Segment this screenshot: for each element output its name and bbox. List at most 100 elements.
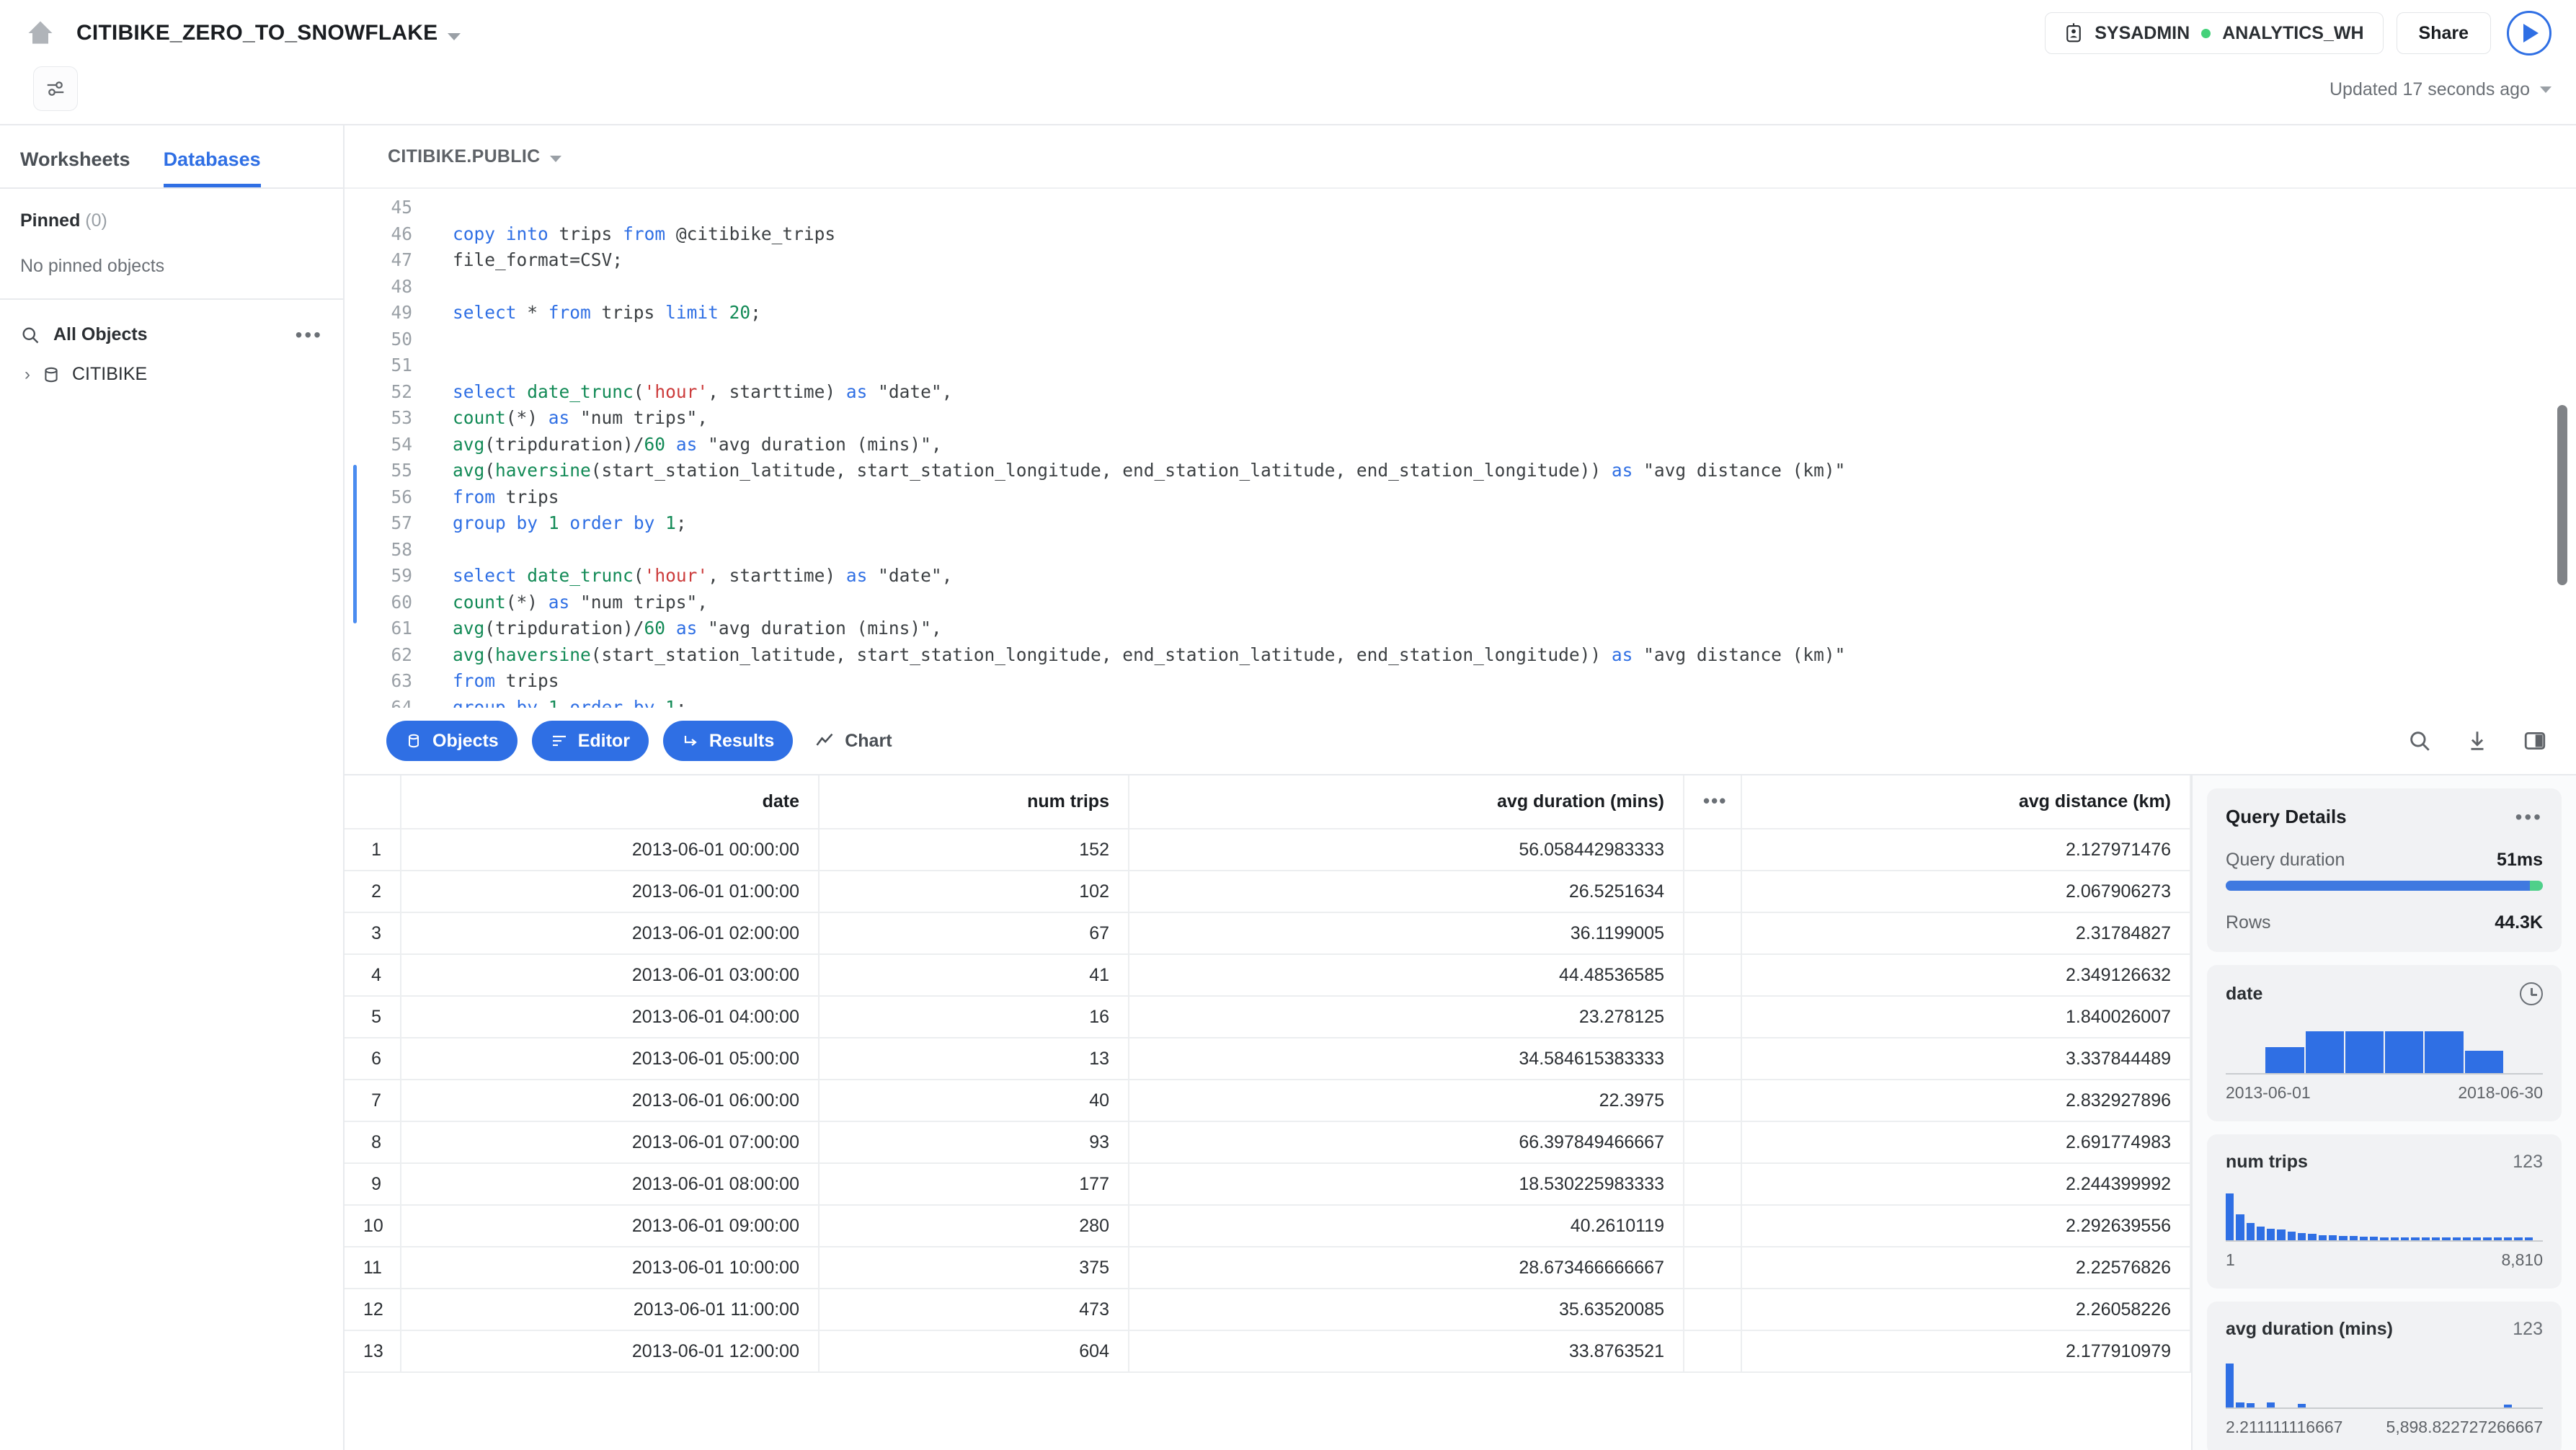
all-objects-row[interactable]: All Objects ••• [0,300,343,345]
column-menu-icon[interactable]: ••• [1684,775,1741,829]
code-token: as [846,381,868,402]
code-token: trips [548,223,623,244]
code-line[interactable]: avg(tripduration)/60 as "avg duration (m… [453,615,2576,642]
stat-card-header: avg duration (mins)123 [2226,1319,2543,1340]
table-row[interactable]: 92013-06-01 08:00:0017718.5302259833332.… [345,1163,2190,1205]
code-line[interactable]: from trips [453,668,2576,695]
worksheet-title-menu[interactable]: CITIBIKE_ZERO_TO_SNOWFLAKE [76,21,461,45]
code-line[interactable]: select * from trips limit 20; [453,300,2576,326]
code-line[interactable]: select date_trunc('hour', starttime) as … [453,379,2576,406]
split-panel-icon[interactable] [2523,729,2547,753]
table-row[interactable]: 52013-06-01 04:00:001623.2781251.8400260… [345,996,2190,1038]
chevron-right-icon[interactable]: › [25,365,30,385]
run-query-button[interactable] [2507,11,2551,55]
sql-editor-content[interactable]: 4546474849505152535455565758596061626364… [345,189,2576,708]
code-line[interactable] [453,195,2576,221]
column-header-avg-distance[interactable]: avg distance (km) [1741,775,2190,829]
cell-spacer [1684,829,1741,871]
cell-date: 2013-06-01 04:00:00 [401,996,819,1038]
code-line[interactable]: select date_trunc('hour', starttime) as … [453,563,2576,590]
code-line[interactable]: avg(haversine(start_station_latitude, st… [453,458,2576,484]
code-line[interactable]: copy into trips from @citibike_trips [453,221,2576,248]
all-objects-more-icon[interactable]: ••• [296,332,323,339]
cell-spacer [1684,1080,1741,1121]
query-details-more-icon[interactable]: ••• [2515,814,2543,821]
code-token: ; [750,302,761,323]
code-line[interactable]: file_format=CSV; [453,247,2576,274]
row-number-cell: 11 [345,1247,401,1289]
column-header-avg-duration[interactable]: avg duration (mins) [1129,775,1684,829]
pinned-count: (0) [85,210,107,231]
code-token: count [453,407,506,428]
cell-avg-distance: 2.177910979 [1741,1330,2190,1372]
table-row[interactable]: 122013-06-01 11:00:0047335.635200852.260… [345,1289,2190,1330]
cell-avg-duration: 28.673466666667 [1129,1247,1684,1289]
code-line[interactable]: count(*) as "num trips", [453,405,2576,432]
role-warehouse-selector[interactable]: SYSADMIN ANALYTICS_WH [2045,12,2383,54]
editor-vertical-scrollbar[interactable] [2557,405,2567,585]
home-icon[interactable] [22,14,59,52]
cell-num-trips: 41 [819,954,1129,996]
code-line[interactable]: avg(haversine(start_station_latitude, st… [453,642,2576,669]
table-row[interactable]: 112013-06-01 10:00:0037528.6734666666672… [345,1247,2190,1289]
query-details-title: Query Details [2226,806,2515,828]
code-line[interactable] [453,352,2576,379]
table-row[interactable]: 42013-06-01 03:00:004144.485365852.34912… [345,954,2190,996]
column-header-date[interactable]: date [401,775,819,829]
code-line[interactable]: count(*) as "num trips", [453,590,2576,616]
pinned-title: Pinned [20,210,80,231]
table-row[interactable]: 62013-06-01 05:00:001334.5846153833333.3… [345,1038,2190,1080]
query-rows-row: Rows 44.3K [2226,912,2543,933]
sql-editor[interactable]: 4546474849505152535455565758596061626364… [345,189,2576,708]
code-token: 60 [644,618,666,639]
code-line[interactable]: from trips [453,484,2576,511]
cell-avg-distance: 2.067906273 [1741,871,2190,912]
sidebar-item-citibike[interactable]: › CITIBIKE [0,345,343,385]
code-line[interactable] [453,274,2576,301]
results-toolbar-icons [2407,729,2547,753]
code-line[interactable] [453,537,2576,564]
search-icon[interactable] [2407,729,2432,753]
cell-spacer [1684,1247,1741,1289]
cell-spacer [1684,954,1741,996]
objects-button[interactable]: Objects [386,721,518,761]
sidebar-tab-databases[interactable]: Databases [164,148,261,187]
row-number-cell: 10 [345,1205,401,1247]
code-line[interactable] [453,326,2576,353]
code-line[interactable]: group by 1 order by 1; [453,510,2576,537]
chart-tab[interactable]: Chart [814,731,892,752]
code-token: * [517,302,548,323]
column-header-num-trips[interactable]: num trips [819,775,1129,829]
settings-sliders-icon[interactable] [33,66,78,111]
table-row[interactable]: 32013-06-01 02:00:006736.11990052.317848… [345,912,2190,954]
code-token: (tripduration)/ [484,434,644,455]
code-token: limit [665,302,719,323]
histogram-bar [2514,1237,2522,1240]
code-line[interactable]: avg(tripduration)/60 as "avg duration (m… [453,432,2576,458]
code-token: from [453,670,495,691]
context-selector[interactable]: CITIBIKE.PUBLIC [388,146,561,167]
updated-status-menu[interactable]: Updated 17 seconds ago [2329,66,2551,100]
sidebar-tab-worksheets[interactable]: Worksheets [20,148,130,187]
results-grid-wrapper[interactable]: date num trips avg duration (mins) ••• a… [345,774,2191,1450]
sql-code[interactable]: copy into trips from @citibike_tripsfile… [431,195,2576,708]
table-row[interactable]: 12013-06-01 00:00:0015256.0584429833332.… [345,829,2190,871]
code-line[interactable]: group by 1 order by 1; [453,695,2576,708]
table-row[interactable]: 22013-06-01 01:00:0010226.52516342.06790… [345,871,2190,912]
share-button[interactable]: Share [2397,12,2491,54]
code-token: 1 [548,512,559,533]
code-token: by [634,697,655,708]
table-row[interactable]: 102013-06-01 09:00:0028040.26101192.2926… [345,1205,2190,1247]
editor-button[interactable]: Editor [532,721,649,761]
stat-max-label: 2018-06-30 [2458,1083,2543,1103]
table-row[interactable]: 132013-06-01 12:00:0060433.87635212.1779… [345,1330,2190,1372]
warehouse-status-dot [2201,29,2211,38]
results-button[interactable]: Results [663,721,793,761]
code-token: select [453,302,517,323]
code-token: (start_station_latitude, start_station_l… [591,644,1612,665]
histogram-bar [2380,1237,2388,1240]
table-row[interactable]: 72013-06-01 06:00:004022.39752.832927896 [345,1080,2190,1121]
table-row[interactable]: 82013-06-01 07:00:009366.3978494666672.6… [345,1121,2190,1163]
code-token: select [453,565,517,586]
download-icon[interactable] [2465,729,2490,753]
